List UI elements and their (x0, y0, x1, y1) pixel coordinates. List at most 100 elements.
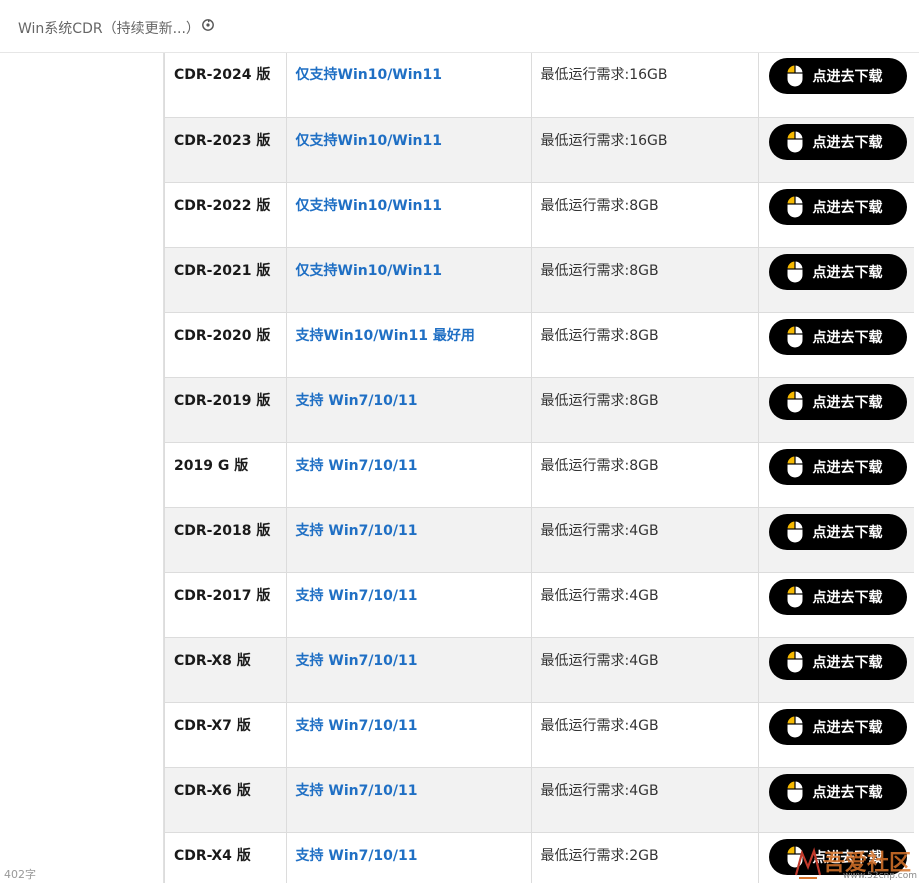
mouse-icon (786, 780, 803, 803)
version-cell: CDR-X4 版 (165, 832, 287, 883)
download-label: 点进去下载 (812, 589, 883, 606)
download-cell: 点进去下载 (758, 312, 914, 378)
mouse-icon (786, 650, 803, 673)
download-button[interactable]: 点进去下载 (768, 58, 907, 94)
requirement-cell: 最低运行需求:16GB (531, 117, 759, 183)
os-support-link[interactable]: 仅支持Win10/Win11 (286, 182, 532, 248)
requirement-cell: 最低运行需求:2GB (531, 832, 759, 883)
download-button[interactable]: 点进去下载 (768, 643, 907, 680)
download-button[interactable]: 点进去下载 (768, 448, 907, 485)
mouse-icon (786, 260, 803, 283)
requirement-cell: 最低运行需求:8GB (531, 247, 759, 313)
download-cell: 点进去下载 (758, 182, 914, 248)
download-cell: 点进去下载 (758, 377, 914, 443)
requirement-cell: 最低运行需求:8GB (531, 182, 759, 248)
table-row: CDR-2023 版仅支持Win10/Win11 最低运行需求:16GB 点进去下载 (165, 117, 914, 183)
version-cell: CDR-2021 版 (165, 247, 287, 313)
table-row: CDR-2019 版支持 Win7/10/11 最低运行需求:8GB 点进去下载 (165, 377, 914, 443)
download-cell: 点进去下载 (758, 507, 914, 573)
refresh-icon[interactable] (201, 18, 215, 32)
version-cell: CDR-2023 版 (165, 117, 287, 183)
download-button[interactable]: 点进去下载 (768, 773, 907, 810)
os-support-link[interactable]: 支持 Win7/10/11 (286, 832, 532, 883)
mouse-icon (786, 520, 803, 543)
download-label: 点进去下载 (812, 394, 883, 411)
os-support-link[interactable]: 支持 Win7/10/11 (286, 637, 532, 703)
download-cell: 点进去下载 (758, 702, 914, 768)
download-label: 点进去下载 (812, 134, 883, 151)
download-cell: 点进去下载 (758, 53, 914, 118)
download-cell: 点进去下载 (758, 637, 914, 703)
version-cell: CDR-2019 版 (165, 377, 287, 443)
os-support-link[interactable]: 支持 Win7/10/11 (286, 442, 532, 508)
download-label: 点进去下载 (812, 264, 883, 281)
os-support-link[interactable]: 支持Win10/Win11 最好用 (286, 312, 532, 378)
mouse-icon (786, 325, 803, 348)
version-cell: CDR-2022 版 (165, 182, 287, 248)
download-label: 点进去下载 (812, 719, 883, 736)
version-cell: CDR-2024 版 (165, 53, 287, 118)
requirement-cell: 最低运行需求:8GB (531, 312, 759, 378)
download-button[interactable]: 点进去下载 (768, 123, 907, 160)
download-button[interactable]: 点进去下载 (768, 708, 907, 745)
mouse-icon (786, 195, 803, 218)
download-cell: 点进去下载 (758, 117, 914, 183)
mouse-icon (786, 455, 803, 478)
top-bar: Win系统CDR（持续更新...） (0, 0, 919, 53)
download-button[interactable]: 点进去下载 (768, 253, 907, 290)
download-button[interactable]: 点进去下载 (768, 578, 907, 615)
version-cell: CDR-2020 版 (165, 312, 287, 378)
table-row: CDR-2021 版仅支持Win10/Win11 最低运行需求:8GB 点进去下载 (165, 247, 914, 313)
mouse-icon (786, 585, 803, 608)
left-gutter (0, 53, 164, 883)
version-cell: CDR-2017 版 (165, 572, 287, 638)
download-button[interactable]: 点进去下载 (768, 383, 907, 420)
requirement-cell: 最低运行需求:4GB (531, 572, 759, 638)
os-support-link[interactable]: 支持 Win7/10/11 (286, 572, 532, 638)
requirement-cell: 最低运行需求:8GB (531, 442, 759, 508)
mouse-icon (786, 390, 803, 413)
os-support-link[interactable]: 支持 Win7/10/11 (286, 702, 532, 768)
requirement-cell: 最低运行需求:4GB (531, 702, 759, 768)
mouse-icon (786, 715, 803, 738)
table-row: CDR-2017 版支持 Win7/10/11 最低运行需求:4GB 点进去下载 (165, 572, 914, 638)
mouse-icon (786, 130, 803, 153)
version-cell: 2019 G 版 (165, 442, 287, 508)
watermark-emblem-icon (794, 847, 822, 879)
os-support-link[interactable]: 支持 Win7/10/11 (286, 507, 532, 573)
version-cell: CDR-X7 版 (165, 702, 287, 768)
page-title[interactable]: Win系统CDR（持续更新...） (18, 18, 200, 38)
table-row: CDR-X8 版支持 Win7/10/11 最低运行需求:4GB 点进去下载 (165, 637, 914, 703)
download-cell: 点进去下载 (758, 572, 914, 638)
watermark-url: www.52cnp.com (843, 871, 918, 881)
download-cell: 点进去下载 (758, 442, 914, 508)
os-support-link[interactable]: 仅支持Win10/Win11 (286, 247, 532, 313)
version-cell: CDR-X8 版 (165, 637, 287, 703)
os-support-link[interactable]: 仅支持Win10/Win11 (286, 117, 532, 183)
table-row: CDR-2018 版支持 Win7/10/11 最低运行需求:4GB 点进去下载 (165, 507, 914, 573)
table-row: 2019 G 版支持 Win7/10/11 最低运行需求:8GB 点进去下载 (165, 442, 914, 508)
mouse-icon (786, 64, 803, 88)
download-label: 点进去下载 (812, 524, 883, 541)
version-cell: CDR-X6 版 (165, 767, 287, 833)
table-body: CDR-2024 版仅支持Win10/Win11 最低运行需求:16GB 点进去下载… (165, 53, 914, 883)
download-label: 点进去下载 (812, 199, 883, 216)
table-row: CDR-X7 版支持 Win7/10/11 最低运行需求:4GB 点进去下载 (165, 702, 914, 768)
download-button[interactable]: 点进去下载 (768, 188, 907, 225)
download-label: 点进去下载 (812, 459, 883, 476)
download-cell: 点进去下载 (758, 767, 914, 833)
os-support-link[interactable]: 支持 Win7/10/11 (286, 767, 532, 833)
os-support-link[interactable]: 支持 Win7/10/11 (286, 377, 532, 443)
requirement-cell: 最低运行需求:4GB (531, 507, 759, 573)
os-support-link[interactable]: 仅支持Win10/Win11 (286, 53, 532, 118)
table-row: CDR-2024 版仅支持Win10/Win11 最低运行需求:16GB 点进去下载 (165, 53, 914, 118)
requirement-cell: 最低运行需求:4GB (531, 637, 759, 703)
version-table: CDR-2024 版仅支持Win10/Win11 最低运行需求:16GB 点进去下载… (164, 53, 914, 883)
word-count: 402字 (4, 868, 36, 881)
table-row: CDR-2022 版仅支持Win10/Win11 最低运行需求:8GB 点进去下载 (165, 182, 914, 248)
download-label: 点进去下载 (812, 784, 883, 801)
download-button[interactable]: 点进去下载 (768, 318, 907, 355)
download-button[interactable]: 点进去下载 (768, 513, 907, 550)
table-row: CDR-X6 版支持 Win7/10/11 最低运行需求:4GB 点进去下载 (165, 767, 914, 833)
download-label: 点进去下载 (812, 654, 883, 671)
